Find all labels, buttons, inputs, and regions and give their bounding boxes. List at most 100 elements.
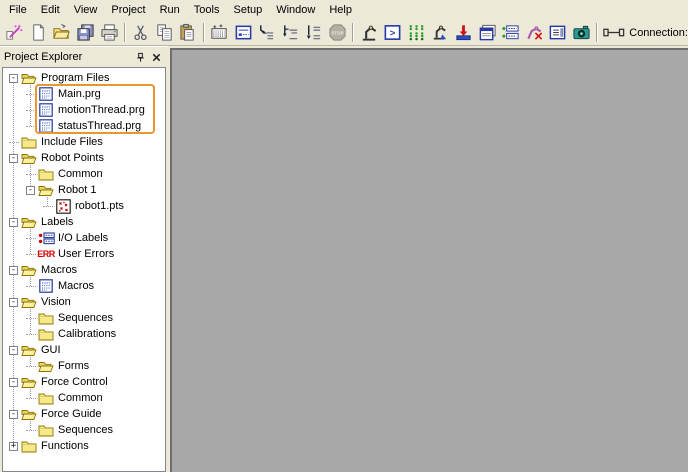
io-label-editor-icon[interactable] bbox=[475, 21, 499, 44]
task-manager-icon[interactable] bbox=[499, 21, 523, 44]
expand-expander-icon[interactable]: + bbox=[9, 441, 18, 451]
tree-item-label: Common bbox=[58, 168, 103, 180]
collapse-expander-icon[interactable]: - bbox=[9, 217, 18, 227]
tree-item-macros[interactable]: - Macros bbox=[7, 262, 165, 278]
run-window-icon[interactable] bbox=[231, 21, 255, 44]
collapse-expander-icon[interactable]: - bbox=[26, 185, 35, 195]
tree-item-functions[interactable]: + Functions bbox=[7, 438, 165, 454]
step-over-icon[interactable] bbox=[279, 21, 303, 44]
tree-item-gui[interactable]: - GUI bbox=[7, 342, 165, 358]
prg-icon bbox=[37, 87, 55, 101]
tree-item-motionthread-prg[interactable]: motionThread.prg bbox=[24, 102, 165, 118]
menu-edit[interactable]: Edit bbox=[34, 1, 67, 19]
robot-error-icon[interactable] bbox=[522, 21, 546, 44]
print-icon[interactable] bbox=[97, 21, 121, 44]
tree-connector bbox=[25, 109, 36, 111]
tree-item-force-guide[interactable]: - Force Guide bbox=[7, 406, 165, 422]
collapse-expander-icon[interactable]: - bbox=[9, 345, 18, 355]
tree-item-macros[interactable]: Macros bbox=[24, 278, 165, 294]
tree-item-label: Common bbox=[58, 392, 103, 404]
tree-connector bbox=[25, 333, 36, 335]
download-icon[interactable] bbox=[452, 21, 476, 44]
tree-item-label: robot1.pts bbox=[75, 200, 124, 212]
close-icon[interactable] bbox=[148, 50, 164, 65]
form-editor-icon[interactable] bbox=[546, 21, 570, 44]
tree-item-user-errors[interactable]: ERR User Errors bbox=[24, 246, 165, 262]
project-explorer-header: Project Explorer bbox=[0, 46, 168, 67]
err-icon: ERR bbox=[37, 249, 55, 259]
tree-item-robot-1[interactable]: - Robot 1 bbox=[24, 182, 165, 198]
save-all-icon[interactable] bbox=[74, 21, 98, 44]
tree-item-label: statusThread.prg bbox=[58, 120, 142, 132]
tree-item-program-files[interactable]: - Program Files bbox=[7, 70, 165, 86]
open-folder-icon[interactable] bbox=[50, 21, 74, 44]
tree-item-vision[interactable]: - Vision bbox=[7, 294, 165, 310]
push-pin-icon[interactable] bbox=[132, 50, 148, 65]
work-area: Project Explorer - Program Files Main.prg m… bbox=[0, 46, 688, 472]
tree-item-sequences[interactable]: Sequences bbox=[24, 422, 165, 438]
tree-item-label: Forms bbox=[58, 360, 90, 372]
collapse-expander-icon[interactable]: - bbox=[9, 265, 18, 275]
tree-item-label: Robot 1 bbox=[58, 184, 97, 196]
menu-run[interactable]: Run bbox=[153, 1, 187, 19]
tree-item-label: Macros bbox=[41, 264, 78, 276]
new-file-icon[interactable] bbox=[27, 21, 51, 44]
collapse-expander-icon[interactable]: - bbox=[9, 409, 18, 419]
tree-item-robot1-pts[interactable]: robot1.pts bbox=[41, 198, 165, 214]
stop-icon[interactable]: STOP bbox=[326, 21, 350, 44]
tree-connector bbox=[8, 141, 19, 143]
robot-manager-icon[interactable] bbox=[357, 21, 381, 44]
tree-box: - Program Files Main.prg motionThread.prg st… bbox=[2, 67, 166, 472]
command-window-icon[interactable]: > bbox=[381, 21, 405, 44]
collapse-expander-icon[interactable]: - bbox=[9, 73, 18, 83]
folder-open-icon bbox=[20, 295, 38, 309]
menu-setup[interactable]: Setup bbox=[226, 1, 269, 19]
tree-item-robot-points[interactable]: - Robot Points bbox=[7, 150, 165, 166]
toolbar-separator bbox=[596, 23, 599, 42]
tree-item-common[interactable]: Common bbox=[24, 166, 165, 182]
tree-connector bbox=[25, 285, 36, 287]
iolabel-icon bbox=[37, 231, 55, 245]
menu-window[interactable]: Window bbox=[269, 1, 322, 19]
collapse-expander-icon[interactable]: - bbox=[9, 153, 18, 163]
io-monitor-icon[interactable] bbox=[405, 21, 429, 44]
project-explorer-panel: Project Explorer - Program Files Main.prg m… bbox=[0, 46, 168, 472]
menu-file[interactable]: File bbox=[2, 1, 34, 19]
toolbar: STOP > Connection: bbox=[0, 20, 688, 46]
tree-item-label: motionThread.prg bbox=[58, 104, 145, 116]
connection-plug-icon bbox=[603, 28, 625, 37]
syntax-check-icon[interactable] bbox=[208, 21, 232, 44]
tree-item-statusthread-prg[interactable]: statusThread.prg bbox=[24, 118, 165, 134]
tree-item-labels[interactable]: - Labels bbox=[7, 214, 165, 230]
simulator-icon[interactable] bbox=[428, 21, 452, 44]
tree-item-common[interactable]: Common bbox=[24, 390, 165, 406]
cut-icon[interactable] bbox=[129, 21, 153, 44]
tree-item-main-prg[interactable]: Main.prg bbox=[24, 86, 165, 102]
tree-item-i-o-labels[interactable]: I/O Labels bbox=[24, 230, 165, 246]
copy-icon[interactable] bbox=[153, 21, 177, 44]
menu-project[interactable]: Project bbox=[104, 1, 152, 19]
svg-text:STOP: STOP bbox=[331, 31, 343, 36]
tree-item-label: Main.prg bbox=[58, 88, 101, 100]
menu-tools[interactable]: Tools bbox=[187, 1, 227, 19]
vision-camera-icon[interactable] bbox=[570, 21, 594, 44]
collapse-expander-icon[interactable]: - bbox=[9, 297, 18, 307]
tree-item-label: GUI bbox=[41, 344, 61, 356]
svg-text:>: > bbox=[390, 28, 396, 39]
tree-item-calibrations[interactable]: Calibrations bbox=[24, 326, 165, 342]
menu-help[interactable]: Help bbox=[322, 1, 359, 19]
step-into-icon[interactable] bbox=[255, 21, 279, 44]
step-out-icon[interactable] bbox=[302, 21, 326, 44]
main-workspace bbox=[170, 48, 688, 472]
tree-item-sequences[interactable]: Sequences bbox=[24, 310, 165, 326]
tree-item-forms[interactable]: Forms bbox=[24, 358, 165, 374]
tree-item-force-control[interactable]: - Force Control bbox=[7, 374, 165, 390]
folder-open-icon bbox=[20, 263, 38, 277]
menu-view[interactable]: View bbox=[67, 1, 105, 19]
paste-icon[interactable] bbox=[176, 21, 200, 44]
folder-closed-icon bbox=[37, 327, 55, 341]
folder-closed-icon bbox=[20, 439, 38, 453]
collapse-expander-icon[interactable]: - bbox=[9, 377, 18, 387]
tree-item-include-files[interactable]: Include Files bbox=[7, 134, 165, 150]
new-project-wizard-icon[interactable] bbox=[3, 21, 27, 44]
